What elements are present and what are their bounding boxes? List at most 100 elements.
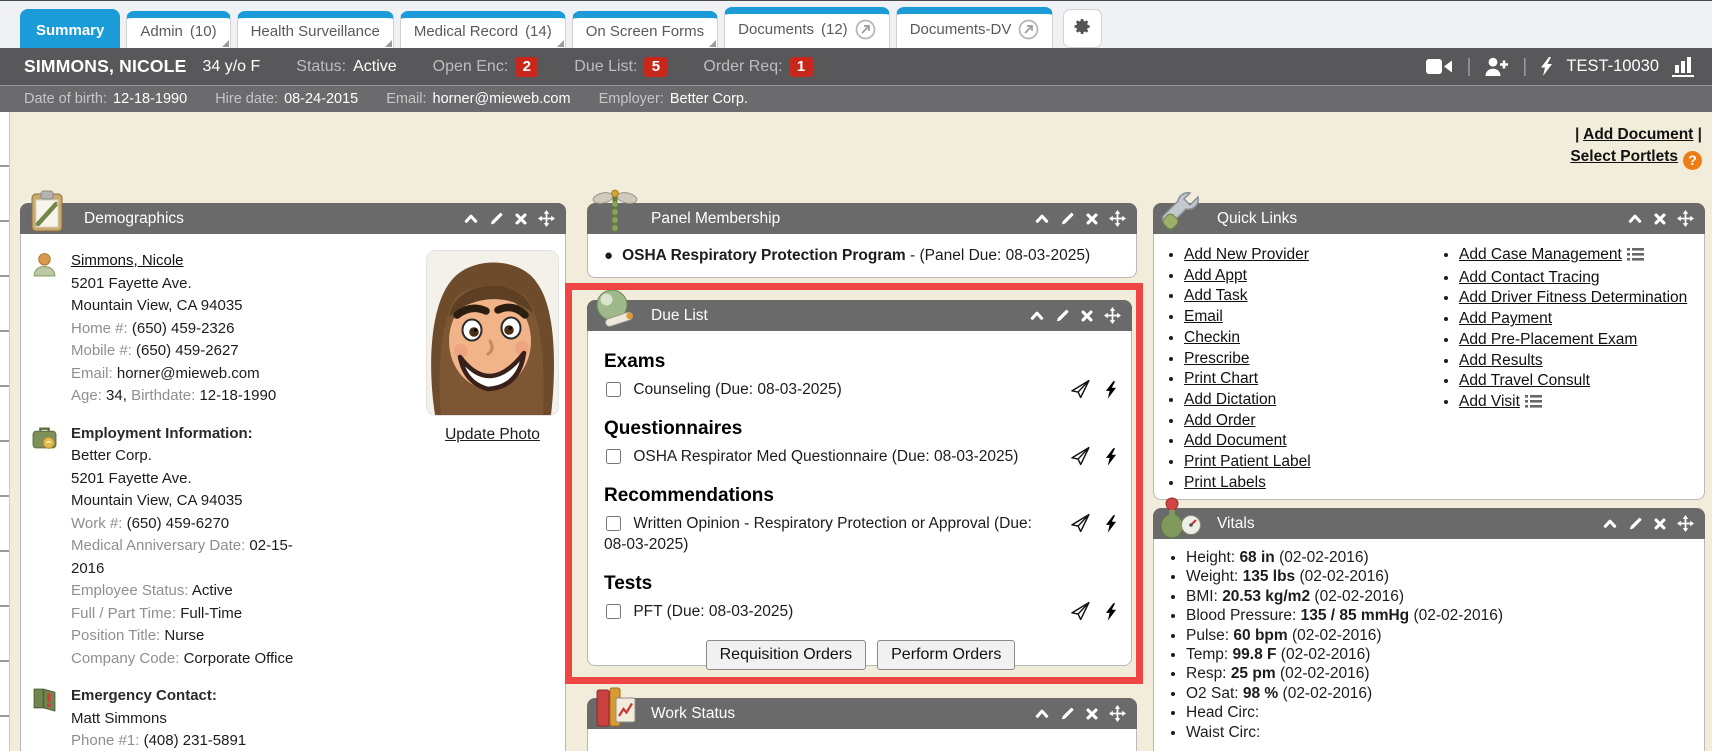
link-add-visit[interactable]: Add Visit bbox=[1459, 393, 1520, 410]
tab-label: Summary bbox=[36, 22, 104, 39]
tab-on-screen-forms[interactable]: On Screen Forms bbox=[572, 11, 718, 48]
link-prescribe[interactable]: Prescribe bbox=[1184, 350, 1249, 367]
link-add-document[interactable]: Add Document bbox=[1184, 432, 1287, 449]
edit-icon[interactable] bbox=[1060, 211, 1075, 226]
edit-icon[interactable] bbox=[489, 211, 504, 226]
popout-icon[interactable] bbox=[1018, 19, 1039, 40]
perform-now-icon[interactable] bbox=[1105, 515, 1117, 533]
update-photo-link[interactable]: Update Photo bbox=[427, 426, 558, 444]
due-item-checkbox[interactable] bbox=[606, 604, 621, 619]
help-icon[interactable]: ? bbox=[1683, 151, 1702, 170]
tab-documents[interactable]: Documents(12) bbox=[724, 7, 890, 48]
due-item-label: OSHA Respirator Med Questionnaire (Due: … bbox=[633, 448, 1018, 465]
close-icon[interactable] bbox=[514, 212, 528, 226]
move-icon[interactable] bbox=[1677, 210, 1694, 227]
link-add-order[interactable]: Add Order bbox=[1184, 412, 1256, 429]
move-icon[interactable] bbox=[1109, 705, 1126, 722]
link-add-appt[interactable]: Add Appt bbox=[1184, 267, 1247, 284]
close-icon[interactable] bbox=[1653, 212, 1667, 226]
tab-settings-button[interactable] bbox=[1063, 9, 1102, 48]
tab-label: On Screen Forms bbox=[586, 23, 704, 40]
move-icon[interactable] bbox=[538, 210, 555, 227]
tab-health-surveillance[interactable]: Health Surveillance bbox=[237, 11, 394, 48]
portlet-header[interactable]: Vitals bbox=[1153, 508, 1705, 539]
due-item-checkbox[interactable] bbox=[606, 449, 621, 464]
link-add-payment[interactable]: Add Payment bbox=[1459, 310, 1552, 327]
edit-icon[interactable] bbox=[1055, 308, 1070, 323]
due-list-badge[interactable]: 5 bbox=[644, 57, 667, 77]
send-order-icon[interactable] bbox=[1070, 447, 1092, 467]
link-add-new-provider[interactable]: Add New Provider bbox=[1184, 246, 1309, 263]
send-order-icon[interactable] bbox=[1070, 602, 1092, 622]
close-icon[interactable] bbox=[1085, 212, 1099, 226]
video-camera-icon[interactable] bbox=[1426, 58, 1453, 75]
patient-name-link[interactable]: Simmons, Nicole bbox=[71, 252, 184, 269]
popout-icon[interactable] bbox=[855, 19, 876, 40]
portlet-header[interactable]: Work Status bbox=[587, 698, 1137, 729]
link-add-task[interactable]: Add Task bbox=[1184, 287, 1247, 304]
emergency-phone-label: Phone #1: bbox=[71, 732, 139, 749]
collapse-icon[interactable] bbox=[1029, 308, 1045, 323]
collapse-icon[interactable] bbox=[1034, 706, 1050, 721]
due-item-checkbox[interactable] bbox=[606, 382, 621, 397]
perform-orders-button[interactable]: Perform Orders bbox=[877, 640, 1015, 670]
requisition-orders-button[interactable]: Requisition Orders bbox=[706, 640, 867, 670]
patient-photo[interactable] bbox=[427, 251, 558, 415]
link-add-pre-placement-exam[interactable]: Add Pre-Placement Exam bbox=[1459, 331, 1637, 348]
link-add-case-management[interactable]: Add Case Management bbox=[1459, 246, 1622, 263]
link-checkin[interactable]: Checkin bbox=[1184, 329, 1240, 346]
perform-now-icon[interactable] bbox=[1105, 381, 1117, 399]
portlet-header[interactable]: Due List bbox=[587, 300, 1132, 331]
company-code-value: Corporate Office bbox=[184, 650, 294, 667]
left-splitter-gutter[interactable] bbox=[0, 112, 10, 751]
link-add-results[interactable]: Add Results bbox=[1459, 352, 1543, 369]
tab-medical-record[interactable]: Medical Record(14) bbox=[400, 11, 566, 48]
move-icon[interactable] bbox=[1104, 307, 1121, 324]
collapse-icon[interactable] bbox=[1034, 211, 1050, 226]
tab-count: (14) bbox=[525, 23, 552, 40]
tab-admin[interactable]: Admin(10) bbox=[126, 11, 230, 48]
due-section-exams: Exams Counseling (Due: 08-03-2025) bbox=[604, 351, 1117, 401]
link-add-travel-consult[interactable]: Add Travel Consult bbox=[1459, 372, 1590, 389]
portlet-title: Quick Links bbox=[1217, 210, 1297, 228]
order-req-badge[interactable]: 1 bbox=[790, 57, 813, 77]
link-email[interactable]: Email bbox=[1184, 308, 1223, 325]
open-enc-badge[interactable]: 2 bbox=[515, 57, 538, 77]
close-icon[interactable] bbox=[1085, 707, 1099, 721]
add-user-icon[interactable] bbox=[1484, 57, 1509, 76]
close-icon[interactable] bbox=[1653, 517, 1667, 531]
link-print-patient-label[interactable]: Print Patient Label bbox=[1184, 453, 1311, 470]
order-req-label: Order Req: bbox=[703, 58, 782, 76]
collapse-icon[interactable] bbox=[1602, 516, 1618, 531]
move-icon[interactable] bbox=[1109, 210, 1126, 227]
portlet-header[interactable]: Demographics bbox=[20, 203, 566, 234]
link-add-dictation[interactable]: Add Dictation bbox=[1184, 391, 1276, 408]
tab-summary[interactable]: Summary bbox=[20, 9, 120, 48]
tab-documents-dv[interactable]: Documents-DV bbox=[896, 7, 1054, 48]
link-add-contact-tracing[interactable]: Add Contact Tracing bbox=[1459, 269, 1599, 286]
due-item-checkbox[interactable] bbox=[606, 516, 621, 531]
perform-now-icon[interactable] bbox=[1105, 448, 1117, 466]
link-add-driver-fitness[interactable]: Add Driver Fitness Determination bbox=[1459, 289, 1687, 306]
collapse-icon[interactable] bbox=[463, 211, 479, 226]
edit-icon[interactable] bbox=[1628, 516, 1643, 531]
send-order-icon[interactable] bbox=[1070, 380, 1092, 400]
list-icon bbox=[1525, 395, 1542, 412]
send-order-icon[interactable] bbox=[1070, 514, 1092, 534]
perform-now-icon[interactable] bbox=[1105, 603, 1117, 621]
pipe: | bbox=[1575, 126, 1579, 143]
tab-label: Health Surveillance bbox=[251, 23, 380, 40]
portlet-header[interactable]: Panel Membership bbox=[587, 203, 1137, 234]
close-icon[interactable] bbox=[1080, 309, 1094, 323]
move-icon[interactable] bbox=[1677, 515, 1694, 532]
collapse-icon[interactable] bbox=[1627, 211, 1643, 226]
portlet-header[interactable]: Quick Links bbox=[1153, 203, 1705, 234]
link-print-chart[interactable]: Print Chart bbox=[1184, 370, 1258, 387]
section-heading: Tests bbox=[604, 573, 1117, 595]
add-document-link[interactable]: Add Document bbox=[1583, 126, 1693, 143]
link-print-labels[interactable]: Print Labels bbox=[1184, 474, 1266, 491]
select-portlets-link[interactable]: Select Portlets bbox=[1570, 148, 1678, 165]
flowsheet-chart-icon[interactable] bbox=[1672, 56, 1696, 77]
lightning-icon[interactable] bbox=[1540, 57, 1553, 76]
edit-icon[interactable] bbox=[1060, 706, 1075, 721]
